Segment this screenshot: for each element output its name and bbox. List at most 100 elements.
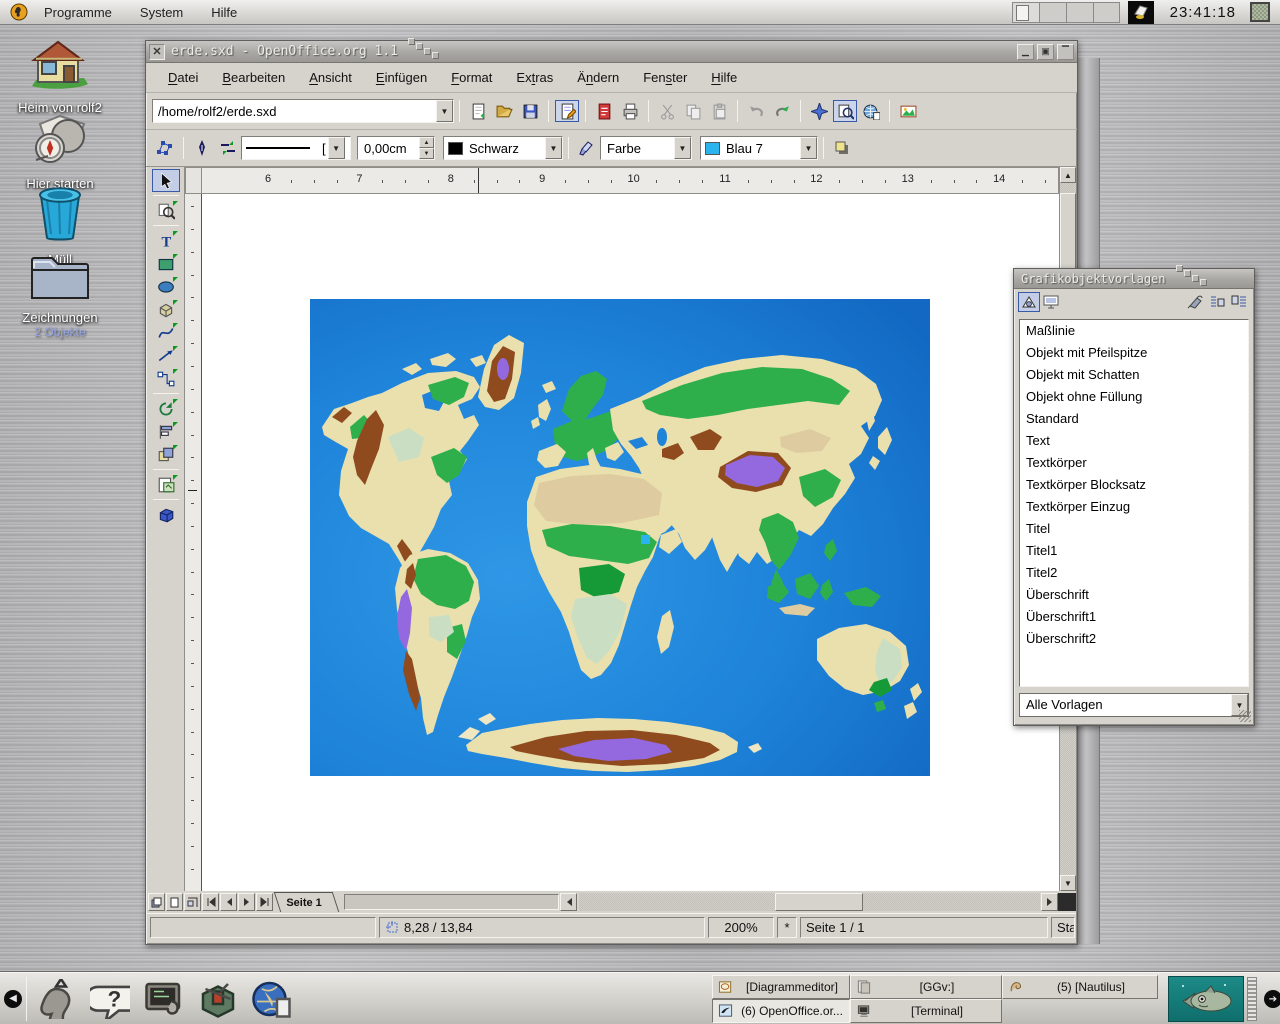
menu-einfgen[interactable]: Einfügen (364, 66, 439, 89)
desktop-icon-heim-von-rolf2[interactable]: Heim von rolf2 (5, 34, 115, 115)
last-page-icon[interactable] (256, 893, 273, 911)
close-icon[interactable]: ✕ (149, 44, 165, 60)
new-doc-icon[interactable] (466, 100, 490, 122)
start-here-icon[interactable] (5, 112, 115, 173)
menu-ndern[interactable]: Ändern (565, 66, 631, 89)
desktop-icon-zeichnungen[interactable]: Zeichnungen2 Objekte (5, 250, 115, 339)
width-down-icon[interactable]: ▼ (419, 148, 434, 159)
line-attributes-icon[interactable] (190, 137, 214, 159)
panel-menu-hilfe[interactable]: Hilfe (197, 0, 251, 24)
line-style-combobox[interactable]: [ ▼ (241, 136, 351, 160)
print-icon[interactable] (618, 100, 642, 122)
toolbox-icon[interactable] (195, 976, 241, 1022)
line-color-value[interactable]: Schwarz (463, 141, 525, 156)
line-style-dropdown-icon[interactable]: ▼ (328, 137, 345, 159)
scroll-right-icon[interactable] (1041, 893, 1058, 911)
page-tab-seite1[interactable]: Seite 1 (274, 892, 340, 912)
text-icon[interactable]: T (152, 229, 180, 252)
prev-page-icon[interactable] (220, 893, 237, 911)
master-mode-icon[interactable] (166, 893, 183, 911)
fill-color-dropdown-icon[interactable]: ▼ (800, 137, 817, 159)
scroll-up-icon[interactable]: ▲ (1060, 167, 1076, 183)
edit-points-icon[interactable] (153, 137, 177, 159)
zoom-doc-icon[interactable] (833, 100, 857, 122)
fill-type-value[interactable]: Farbe (601, 141, 647, 156)
terminal-launcher-icon[interactable] (141, 976, 187, 1022)
object3d-icon[interactable] (152, 298, 180, 321)
workspace-3[interactable] (1066, 2, 1093, 23)
rect-icon[interactable] (152, 252, 180, 275)
task-button-terminal[interactable]: [Terminal] (850, 999, 1002, 1023)
first-page-icon[interactable] (202, 893, 219, 911)
line-color-combobox[interactable]: Schwarz ▼ (443, 136, 563, 160)
menu-format[interactable]: Format (439, 66, 504, 89)
folder-icon[interactable] (5, 250, 115, 307)
graphic-styles-icon[interactable] (1018, 292, 1040, 312)
style-item[interactable]: Objekt ohne Füllung (1020, 386, 1248, 408)
connector-icon[interactable] (152, 367, 180, 390)
style-item[interactable]: Objekt mit Schatten (1020, 364, 1248, 386)
line-arrow-icon[interactable] (152, 344, 180, 367)
style-item[interactable]: Titel1 (1020, 540, 1248, 562)
menu-fenster[interactable]: Fenster (631, 66, 699, 89)
graphics-icon[interactable] (859, 100, 883, 122)
page-mode-icon[interactable] (148, 893, 165, 911)
style-item[interactable]: Titel2 (1020, 562, 1248, 584)
task-button-ggv[interactable]: [GGv:] (850, 975, 1002, 999)
style-item[interactable]: Objekt mit Pfeilspitze (1020, 342, 1248, 364)
style-item[interactable]: Standard (1020, 408, 1248, 430)
workspace-4[interactable] (1093, 2, 1120, 23)
url-input[interactable] (153, 100, 436, 122)
panel-hide-right-icon[interactable]: ➔ (1264, 990, 1280, 1008)
task-button-5nautilus[interactable]: (5) [Nautilus] (1002, 975, 1158, 999)
fill-type-combobox[interactable]: Farbe ▼ (600, 136, 692, 160)
zoom-page-icon[interactable] (152, 199, 180, 222)
ellipse-icon[interactable] (152, 275, 180, 298)
select-icon[interactable] (152, 169, 180, 192)
menu-extras[interactable]: Extras (504, 66, 565, 89)
minimize-icon[interactable]: ▁ (1017, 44, 1034, 60)
vertical-ruler[interactable] (185, 194, 202, 891)
style-filter-value[interactable]: Alle Vorlagen (1020, 694, 1231, 716)
style-item[interactable]: Textkörper Einzug (1020, 496, 1248, 518)
curve-icon[interactable] (152, 321, 180, 344)
style-item[interactable]: Überschrift2 (1020, 628, 1248, 650)
new-style-icon[interactable] (1206, 292, 1228, 312)
hscroll-thumb[interactable] (775, 893, 863, 911)
next-page-icon[interactable] (238, 893, 255, 911)
browser-icon[interactable] (249, 976, 295, 1022)
scroll-down-icon[interactable]: ▼ (1060, 875, 1076, 891)
panel-hide-left-icon[interactable]: ◀ (4, 990, 22, 1008)
stylist-titlebar[interactable]: Grafikobjektvorlagen (1014, 269, 1254, 289)
shade-icon[interactable]: ▔ (1057, 44, 1074, 60)
controller3d-icon[interactable] (152, 503, 180, 526)
width-up-icon[interactable]: ▲ (419, 137, 434, 148)
update-style-icon[interactable] (1228, 292, 1250, 312)
style-item[interactable]: Maßlinie (1020, 320, 1248, 342)
line-width-value[interactable]: 0,00cm (358, 141, 413, 156)
fill-type-dropdown-icon[interactable]: ▼ (674, 137, 691, 159)
task-button-diagrammeditor[interactable]: [Diagrammeditor] (712, 975, 850, 999)
gnome-menu-icon[interactable] (33, 976, 79, 1022)
screenshot-applet-icon[interactable] (1250, 2, 1270, 22)
style-item[interactable]: Text (1020, 430, 1248, 452)
rotate-icon[interactable] (152, 397, 180, 420)
splitter-left-icon[interactable] (560, 893, 577, 911)
menu-bearbeiten[interactable]: Bearbeiten (210, 66, 297, 89)
save-icon[interactable] (518, 100, 542, 122)
horizontal-scrollbar[interactable] (579, 893, 1058, 911)
gnome-foot-icon[interactable] (8, 2, 30, 22)
open-folder-icon[interactable] (492, 100, 516, 122)
fish-applet[interactable] (1168, 976, 1244, 1022)
area-style-icon[interactable] (575, 137, 599, 159)
fill-color-combobox[interactable]: Blau 7 ▼ (700, 136, 818, 160)
panel-menu-programme[interactable]: Programme (30, 0, 126, 24)
ooo-titlebar[interactable]: ✕ erde.sxd - OpenOffice.org 1.1 ▁ ▣ ▔ (146, 41, 1077, 63)
export-pdf-icon[interactable] (592, 100, 616, 122)
horizontal-ruler[interactable]: 67891011121314 (202, 167, 1059, 194)
resize-grip[interactable] (1239, 710, 1251, 722)
insert-icon[interactable] (152, 473, 180, 496)
style-item[interactable]: Titel (1020, 518, 1248, 540)
drawing-canvas[interactable] (202, 194, 1059, 891)
print-manager-applet-icon[interactable] (1128, 1, 1154, 24)
